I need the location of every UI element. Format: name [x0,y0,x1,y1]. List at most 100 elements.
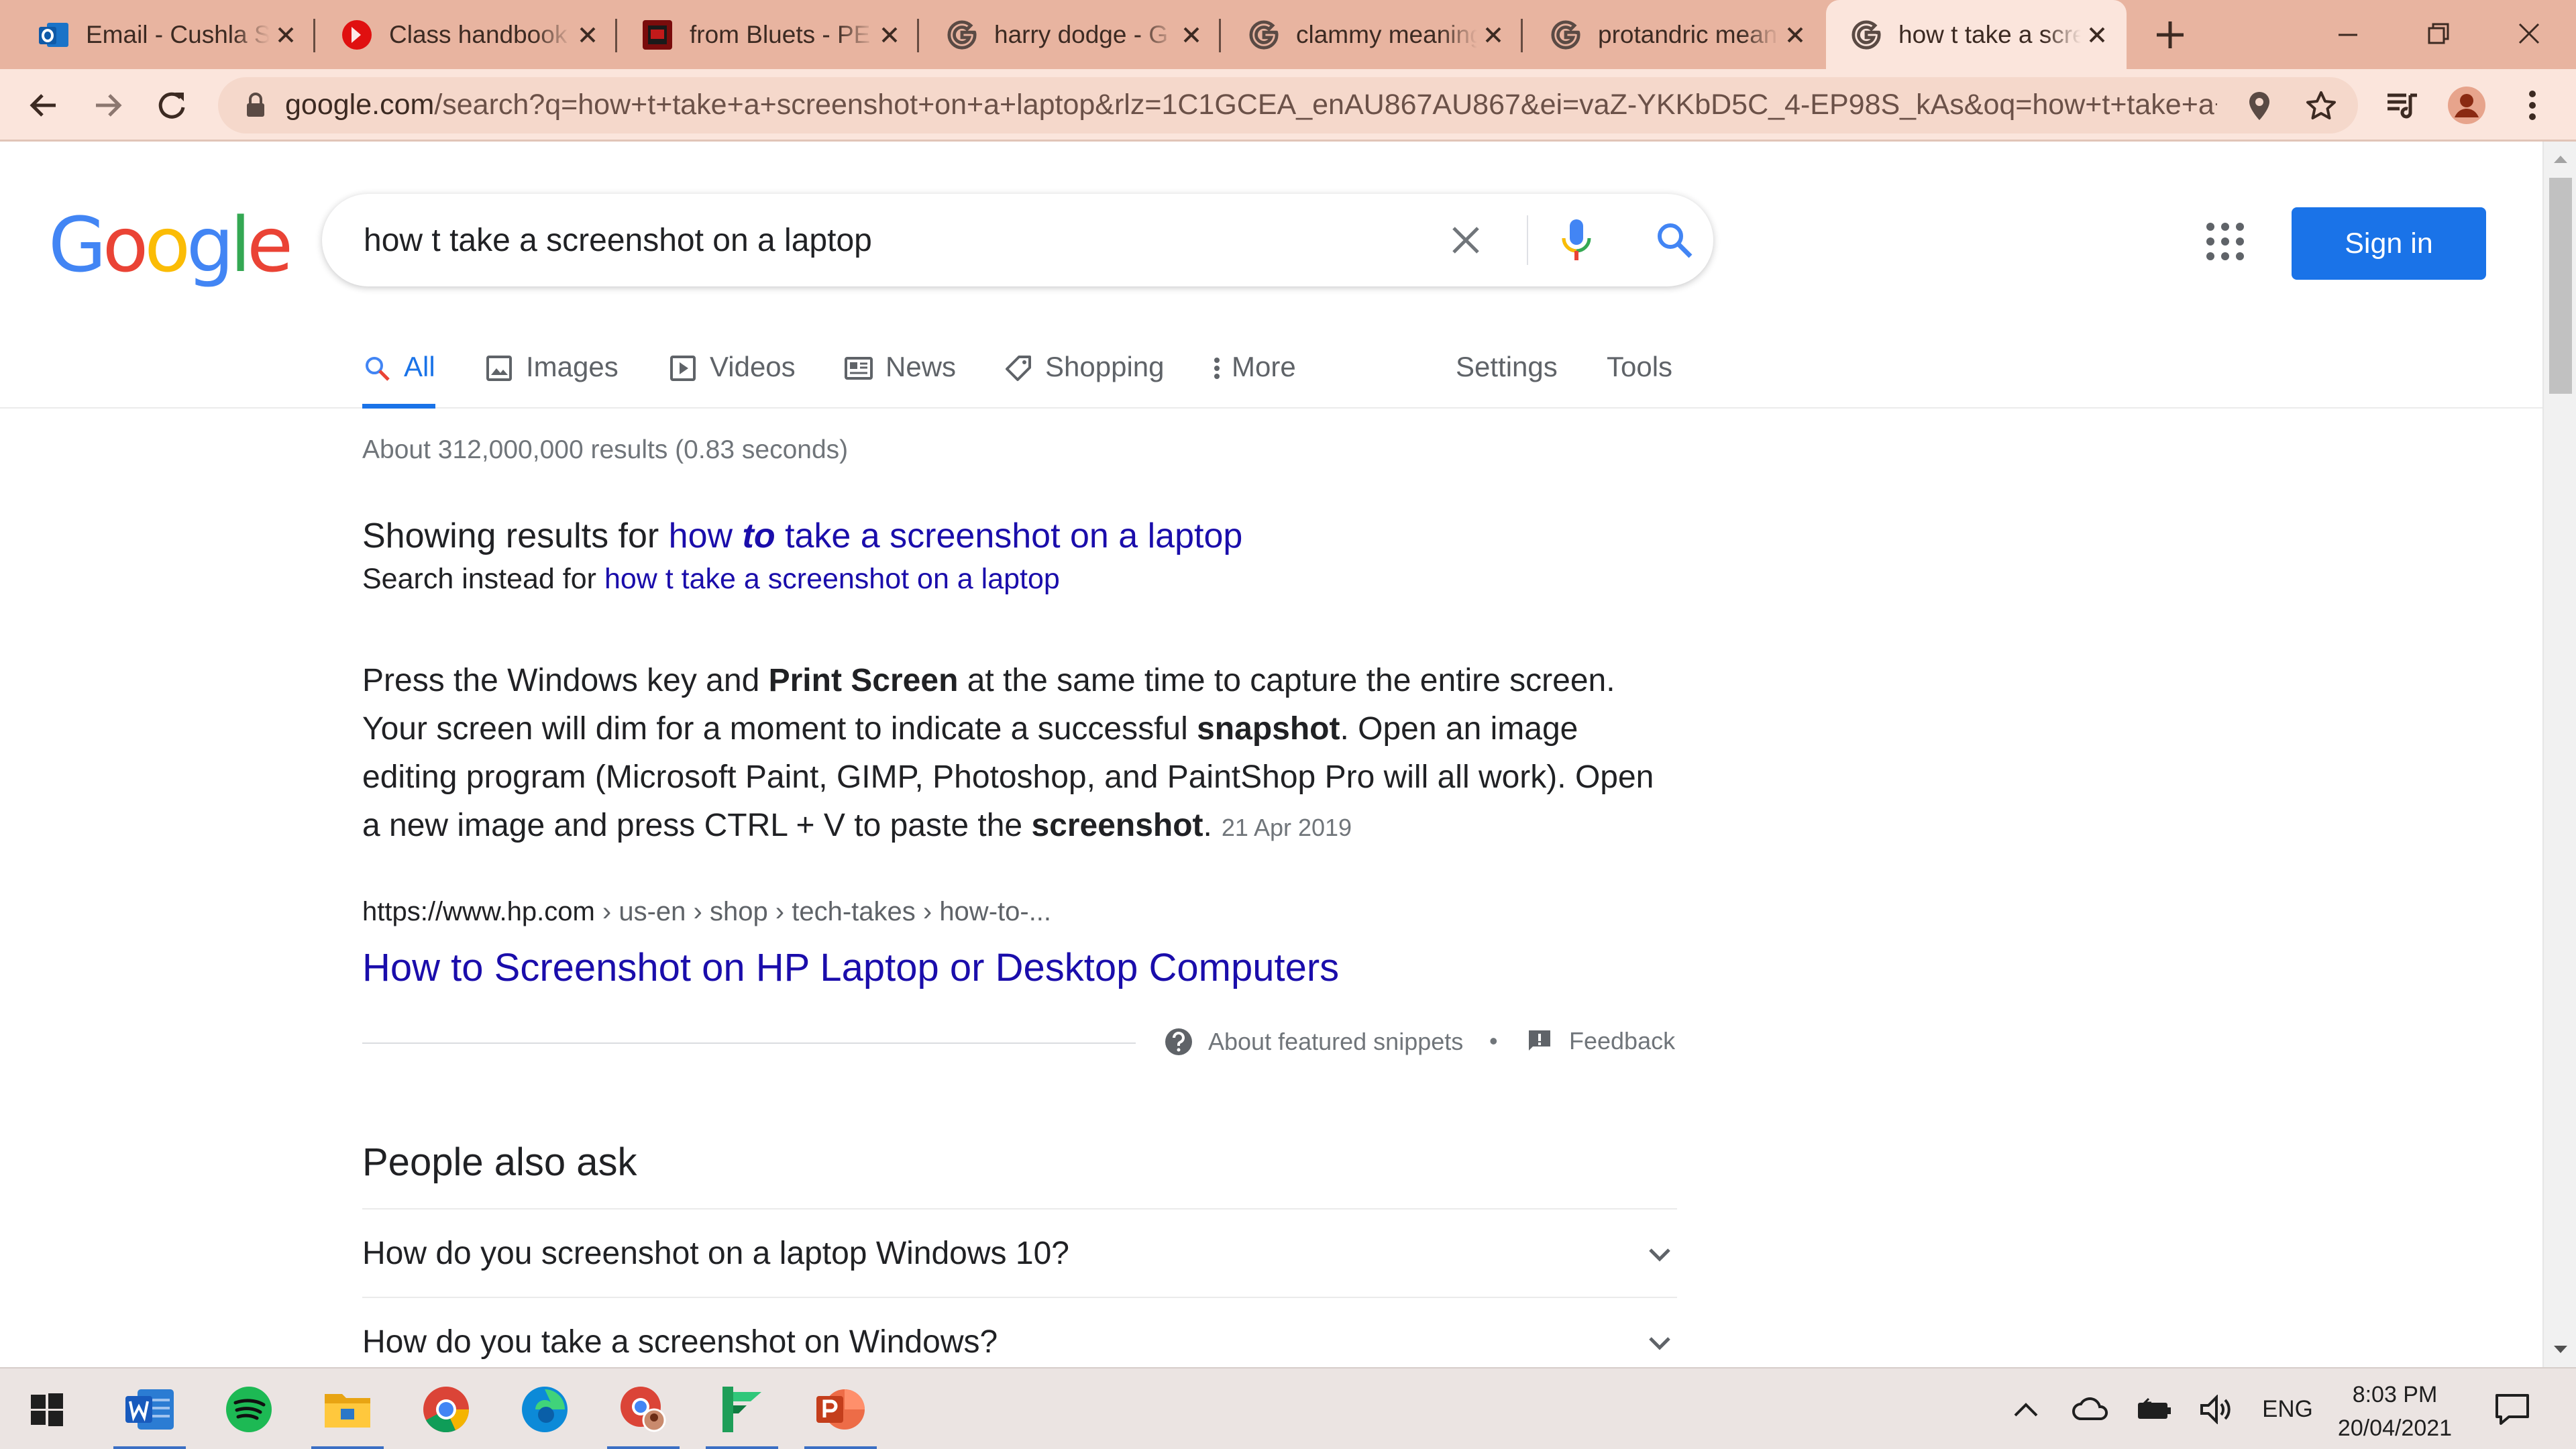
location-pin-icon[interactable] [2243,89,2276,123]
sway-icon[interactable] [702,1368,782,1449]
tab-label: Shopping [1045,351,1165,382]
tab-label: Tools [1607,351,1673,382]
address-bar[interactable]: google.com/search?q=how+t+take+a+screens… [218,77,2358,133]
tab-shopping[interactable]: Shopping [1004,336,1165,409]
close-tab-icon[interactable] [572,19,604,51]
feedback-link[interactable]: Feedback [1526,1027,1675,1055]
powerpoint-icon[interactable] [800,1368,881,1449]
edge-icon[interactable] [504,1368,585,1449]
paa-question[interactable]: How do you screenshot on a laptop Window… [362,1208,1677,1297]
more-vert-icon [1212,354,1222,383]
close-tab-icon[interactable] [2081,19,2113,51]
google-apps-icon[interactable] [2204,220,2247,263]
scroll-up-arrow-icon[interactable] [2544,144,2576,174]
bookmark-star-icon[interactable] [2304,89,2338,123]
voice-search-icon[interactable] [1553,217,1600,264]
windows-start-icon[interactable] [7,1368,87,1449]
search-input[interactable] [364,214,1437,266]
onedrive-cloud-icon[interactable] [2068,1389,2112,1430]
volume-icon[interactable] [2195,1389,2239,1430]
profile-avatar-icon[interactable] [2445,84,2488,127]
running-indicator [607,1446,680,1449]
close-tab-icon[interactable] [1175,19,1208,51]
url-host: google.com [285,89,435,121]
chevron-down-icon[interactable] [1642,1325,1677,1360]
page-scrollbar[interactable] [2542,142,2576,1367]
result-title-link[interactable]: How to Screenshot on HP Laptop or Deskto… [362,945,1339,990]
url-text[interactable]: google.com/search?q=how+t+take+a+screens… [285,89,2217,121]
sign-in-button[interactable]: Sign in [2292,207,2486,280]
lock-icon[interactable] [241,91,270,120]
scrollbar-thumb[interactable] [2549,178,2572,394]
feedback-label: Feedback [1569,1027,1676,1055]
running-indicator [311,1446,384,1449]
chrome-menu-icon[interactable] [2511,84,2554,127]
tab-tools[interactable]: Tools [1607,336,1672,409]
chrome-profile-icon[interactable] [603,1368,684,1449]
tab-how-t-take-a-screenshot[interactable]: how t take a scre [1826,0,2127,69]
logo-letter: G [48,202,107,289]
corrected-query-link[interactable]: how to take a screenshot on a laptop [669,517,1243,555]
chrome-icon[interactable] [406,1368,486,1449]
close-tab-icon[interactable] [1779,19,1811,51]
tab-settings[interactable]: Settings [1456,336,1558,409]
battery-icon[interactable] [2132,1389,2176,1430]
minimize-button[interactable] [2318,13,2378,54]
media-control-icon[interactable] [2380,84,2423,127]
cite-path: › us-en › shop › tech-takes › how-to-... [594,897,1052,926]
restore-button[interactable] [2408,13,2469,54]
snippet-bold: snapshot [1197,711,1340,747]
tab-harry-dodge[interactable]: harry dodge - G [919,0,1221,69]
reload-button[interactable] [149,83,195,128]
clear-search-icon[interactable] [1442,217,1489,264]
windows-taskbar: ENG 8:03 PM 20/04/2021 [0,1367,2576,1449]
tab-strip: Email - Cushla S Class handbook from Blu… [0,0,2576,69]
tab-images[interactable]: Images [484,336,619,409]
featured-snippet-text: Press the Windows key and Print Screen a… [362,657,1677,852]
logo-letter: g [186,202,234,289]
close-tab-icon[interactable] [873,19,906,51]
tab-title: harry dodge - G [994,20,1169,48]
tab-label: News [885,351,957,382]
scroll-down-arrow-icon[interactable] [2544,1335,2576,1364]
chevron-down-icon[interactable] [1642,1236,1677,1271]
original-query-link[interactable]: how t take a screenshot on a laptop [604,563,1060,595]
spelling-correction: Showing results for how to take a screen… [362,516,1242,556]
tab-news[interactable]: News [844,336,956,409]
tab-title: how t take a scre [1898,20,2081,48]
class-handbook-icon [341,19,373,51]
show-hidden-icons-chevron-icon[interactable] [2006,1389,2046,1430]
back-button[interactable] [20,83,66,128]
new-tab-button[interactable] [2150,17,2190,52]
google-logo[interactable]: Google [48,202,293,289]
corrected-query-part: take a screenshot on a laptop [785,517,1243,555]
close-tab-icon[interactable] [270,19,302,51]
google-icon [946,19,978,51]
tab-email[interactable]: Email - Cushla S [0,0,315,69]
forward-button[interactable] [86,83,131,128]
result-citation[interactable]: https://www.hp.com › us-en › shop › tech… [362,897,1051,927]
file-explorer-icon[interactable] [307,1368,388,1449]
tab-more[interactable]: More [1212,336,1296,409]
search-submit-icon[interactable] [1651,217,1698,264]
search-instead: Search instead for how t take a screensh… [362,563,1060,596]
input-language[interactable]: ENG [2255,1389,2320,1430]
tab-bluets[interactable]: from Bluets - PE [617,0,919,69]
url-path: /search?q=how+t+take+a+screenshot+on+a+l… [434,89,2217,121]
spotify-icon[interactable] [209,1368,289,1449]
notifications-icon[interactable] [2485,1389,2539,1430]
system-clock[interactable]: 8:03 PM 20/04/2021 [2328,1378,2462,1445]
tab-protandric-meaning[interactable]: protandric mean [1523,0,1825,69]
paa-question-text: How do you take a screenshot on Windows? [362,1324,998,1360]
search-tabs: All Images Videos News Shopping More Set… [0,336,2542,409]
word-icon[interactable] [109,1368,190,1449]
tab-videos[interactable]: Videos [668,336,796,409]
close-window-button[interactable] [2499,13,2559,54]
google-icon [1550,19,1582,51]
about-featured-snippets[interactable]: About featured snippets [1164,1027,1463,1057]
people-also-ask-heading: People also ask [362,1140,637,1184]
close-tab-icon[interactable] [1477,19,1509,51]
tab-class-handbook[interactable]: Class handbook [315,0,617,69]
tab-clammy-meaning[interactable]: clammy meaning [1221,0,1523,69]
tab-all[interactable]: All [362,336,435,409]
